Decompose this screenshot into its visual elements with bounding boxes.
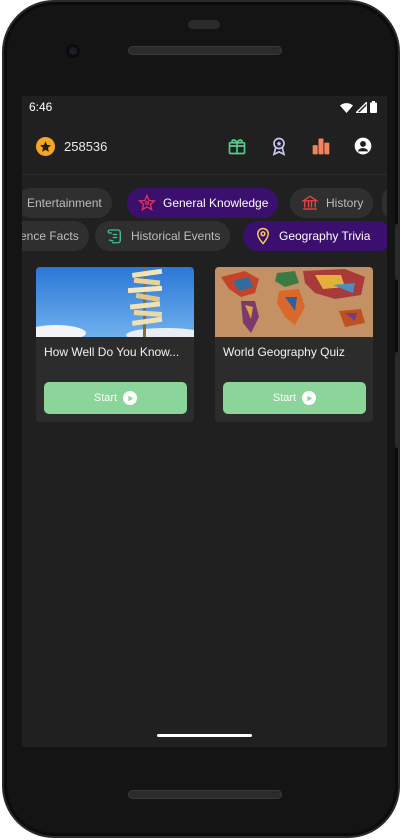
chip-historical-events[interactable]: Historical Events — [95, 221, 231, 251]
front-camera — [66, 44, 80, 58]
chip-label: ence Facts — [22, 229, 79, 243]
status-time: 6:46 — [29, 100, 53, 114]
chip-science-facts[interactable]: ence Facts — [22, 221, 89, 251]
leaderboard-icon[interactable] — [311, 136, 331, 156]
volume-button — [395, 352, 399, 448]
start-button[interactable]: Start — [44, 382, 187, 414]
earpiece-speaker — [128, 46, 282, 55]
coin-count: 258536 — [64, 138, 108, 154]
chip-label: Entertainment — [27, 196, 102, 210]
play-icon — [123, 391, 138, 405]
signpost-image — [36, 267, 194, 337]
phone-frame: 6:46 258536 Entertainment General Knowle… — [2, 0, 400, 838]
scroll-icon — [105, 226, 125, 246]
profile-icon[interactable] — [353, 136, 373, 156]
world-map-image — [215, 267, 373, 337]
signal-icon — [356, 101, 367, 113]
gift-icon[interactable] — [227, 136, 247, 156]
temple-icon — [300, 193, 320, 213]
chip-entertainment[interactable]: Entertainment — [22, 188, 112, 218]
chip-partial[interactable] — [382, 188, 387, 218]
status-bar: 6:46 — [22, 96, 387, 118]
power-button — [395, 224, 399, 280]
category-row-2: ence Facts Historical Events Geography T… — [22, 221, 387, 267]
coin-balance[interactable]: 258536 — [36, 136, 108, 156]
chip-geography-trivia[interactable]: Geography Trivia — [243, 221, 387, 251]
chip-label: Historical Events — [131, 229, 221, 243]
wifi-icon — [340, 102, 353, 113]
brain-star-icon — [137, 193, 157, 213]
quiz-card[interactable]: World Geography Quiz Start — [215, 267, 373, 422]
star-coin-icon — [36, 136, 55, 156]
chip-label: History — [326, 196, 364, 210]
home-indicator[interactable] — [157, 734, 252, 737]
badge-icon[interactable] — [269, 136, 289, 156]
category-row-1: Entertainment General Knowledge History — [22, 175, 387, 221]
quiz-title: World Geography Quiz — [223, 345, 345, 359]
start-label: Start — [272, 392, 297, 404]
quiz-card[interactable]: How Well Do You Know... Start — [36, 267, 194, 422]
map-pin-icon — [253, 226, 273, 246]
chip-history[interactable]: History — [290, 188, 374, 218]
app-screen: 6:46 258536 Entertainment General Knowle… — [22, 96, 387, 747]
play-icon — [302, 391, 317, 405]
status-icons — [340, 101, 377, 113]
sensor — [188, 20, 220, 29]
chip-label: Geography Trivia — [279, 229, 371, 243]
bottom-speaker — [128, 790, 282, 799]
start-label: Start — [93, 392, 118, 404]
chip-general-knowledge[interactable]: General Knowledge — [127, 188, 279, 218]
top-app-bar: 258536 — [22, 118, 387, 174]
chip-label: General Knowledge — [163, 196, 269, 210]
quiz-title: How Well Do You Know... — [44, 345, 180, 359]
start-button[interactable]: Start — [223, 382, 366, 414]
battery-icon — [370, 101, 377, 113]
